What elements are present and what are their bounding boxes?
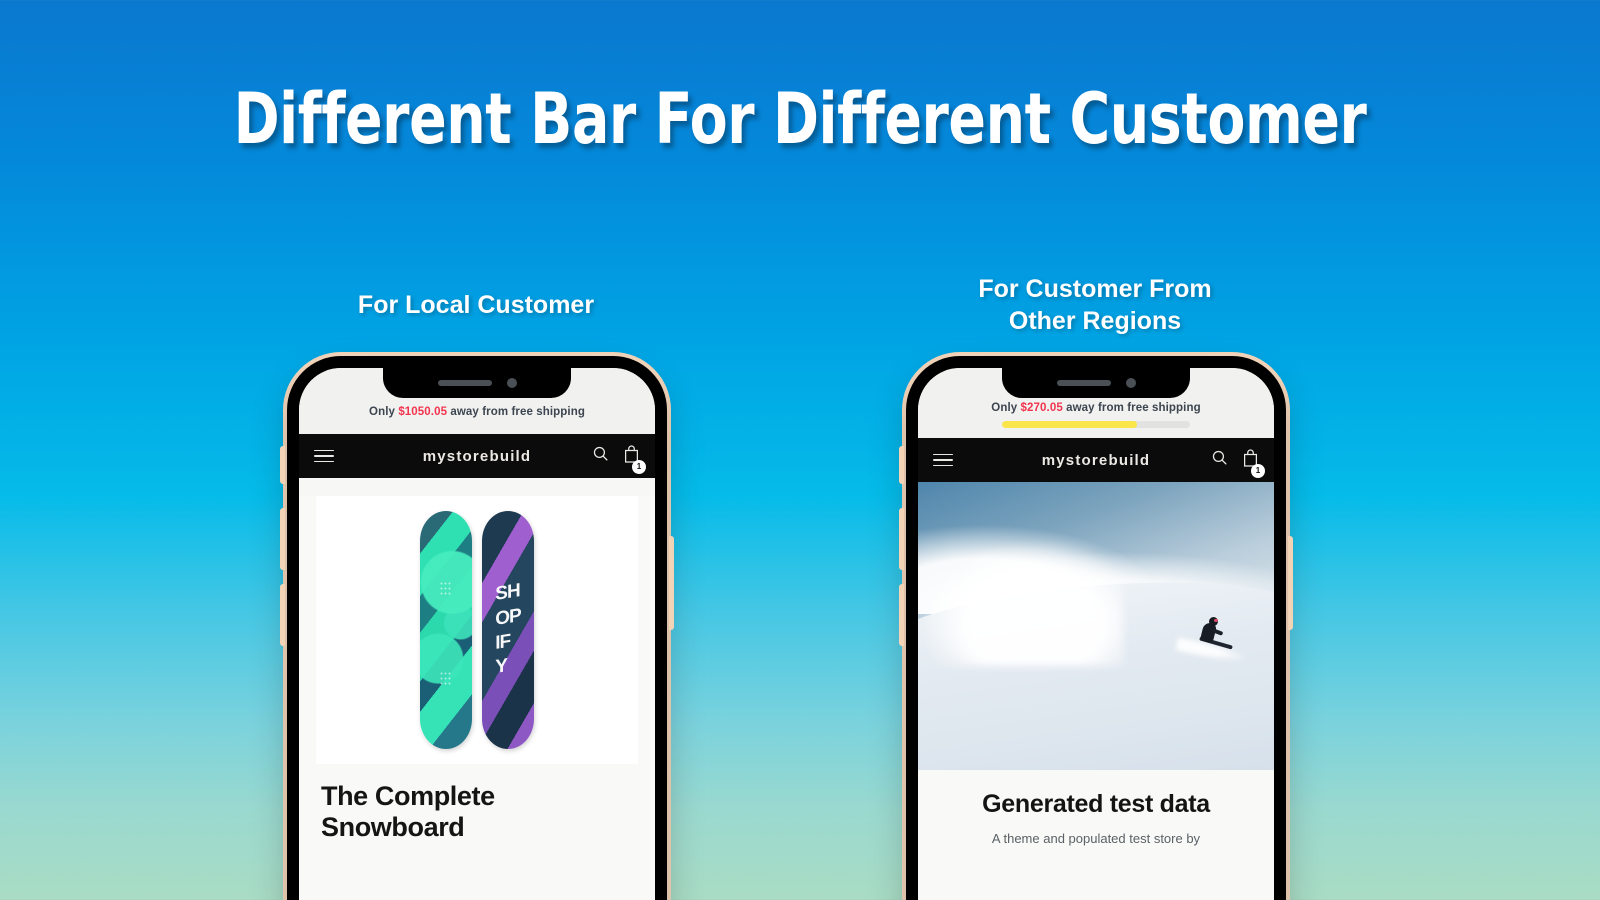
shopping-bag-icon[interactable]: 1 xyxy=(1242,448,1265,478)
hero-image xyxy=(918,482,1274,770)
remaining-amount: $270.05 xyxy=(1020,402,1063,414)
hero-caption: Generated test data A theme and populate… xyxy=(918,770,1274,849)
column-label-other-regions: For Customer From Other Regions xyxy=(915,273,1275,337)
hamburger-icon[interactable] xyxy=(933,453,953,467)
phone-screen-local: Only $1050.05 away from free shipping my… xyxy=(299,368,655,900)
message-prefix: Only xyxy=(991,402,1021,414)
page-title: Different Bar For Different Customer xyxy=(233,78,1367,160)
cart-count-badge: 1 xyxy=(632,459,646,474)
front-camera-icon xyxy=(1125,378,1136,388)
phone-screen-other-regions: Only $270.05 away from free shipping mys… xyxy=(918,368,1274,900)
column-label-line1: For Customer From xyxy=(978,275,1212,303)
silent-switch-button[interactable] xyxy=(899,446,904,484)
message-suffix: away from free shipping xyxy=(1062,402,1201,414)
search-icon[interactable] xyxy=(1211,449,1228,471)
hero-subtitle: A theme and populated test store by xyxy=(991,831,1201,846)
free-shipping-message: Only $1050.05 away from free shipping xyxy=(299,406,655,418)
phone-notch xyxy=(1002,368,1190,398)
earpiece-speaker-icon xyxy=(1056,380,1111,386)
power-button[interactable] xyxy=(1288,536,1293,630)
remaining-amount: $1050.05 xyxy=(398,406,448,418)
phone-notch xyxy=(383,368,571,398)
binding-holes-bottom xyxy=(439,671,453,687)
hamburger-icon[interactable] xyxy=(314,449,334,463)
column-label-line2: Other Regions xyxy=(1008,307,1182,335)
free-shipping-message: Only $270.05 away from free shipping xyxy=(918,402,1274,414)
silent-switch-button[interactable] xyxy=(280,446,285,484)
product-title: The Complete Snowboard xyxy=(321,781,495,842)
search-icon[interactable] xyxy=(592,445,609,467)
progress-track xyxy=(1002,421,1190,428)
progress-fill xyxy=(1002,421,1138,428)
earpiece-speaker-icon xyxy=(437,380,492,386)
snowboarder-figure xyxy=(1198,617,1234,650)
volume-up-button[interactable] xyxy=(280,508,285,570)
volume-down-button[interactable] xyxy=(280,584,285,646)
page-body-other-regions: Generated test data A theme and populate… xyxy=(918,482,1274,900)
volume-up-button[interactable] xyxy=(899,508,904,570)
header-actions-local: 1 xyxy=(592,444,646,474)
snowboard-teal-graphic xyxy=(420,511,472,749)
phone-mockup-local-customer: Only $1050.05 away from free shipping my… xyxy=(280,352,674,900)
phone-mockup-other-regions: Only $270.05 away from free shipping mys… xyxy=(899,352,1293,900)
hero-title: Generated test data xyxy=(982,790,1210,818)
volume-down-button[interactable] xyxy=(899,584,904,646)
header-actions-other-regions: 1 xyxy=(1211,448,1265,478)
page-body-local: The Complete Snowboard xyxy=(299,496,655,900)
shopping-bag-icon[interactable]: 1 xyxy=(623,444,646,474)
binding-holes-top xyxy=(439,581,453,597)
message-suffix: away from free shipping xyxy=(447,406,585,418)
store-header-other-regions: mystorebuild 1 xyxy=(918,438,1274,482)
snow-spray-layer xyxy=(925,545,1125,667)
power-button[interactable] xyxy=(669,536,674,630)
free-shipping-progress xyxy=(1002,421,1190,428)
message-prefix: Only xyxy=(369,406,399,418)
column-label-local-customer: For Local Customer xyxy=(357,291,595,319)
cart-count-badge: 1 xyxy=(1251,463,1265,478)
snowboard-purple-graphic xyxy=(482,511,534,749)
front-camera-icon xyxy=(506,378,517,388)
store-header-local: mystorebuild 1 xyxy=(299,434,655,478)
product-image[interactable] xyxy=(316,496,638,764)
